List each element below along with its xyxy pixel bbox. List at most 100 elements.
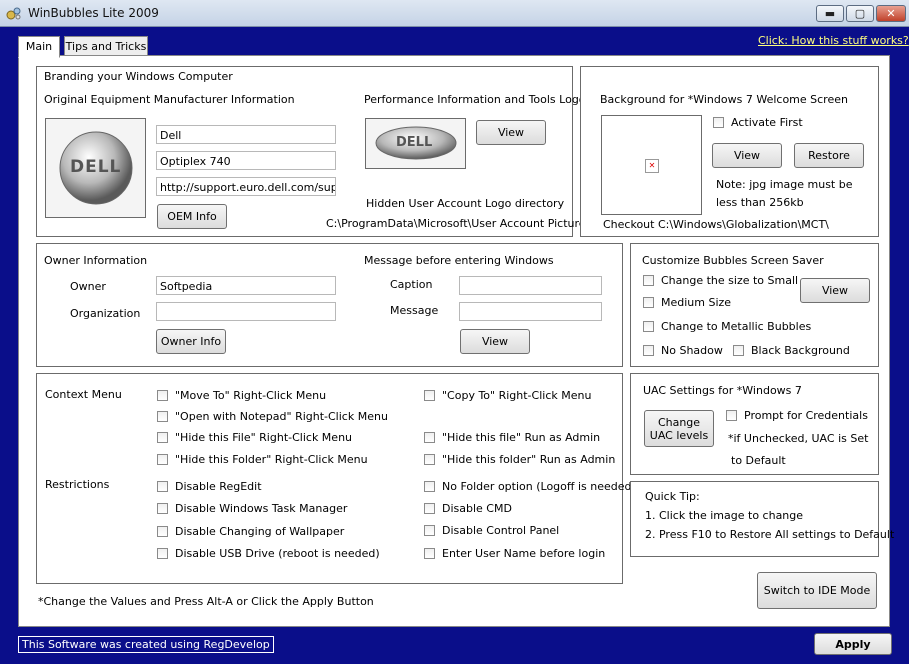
manufacturer-field[interactable]: Dell bbox=[156, 125, 336, 144]
hide-folder-admin-checkbox[interactable] bbox=[424, 454, 435, 465]
jpg-note-line1: Note: jpg image must be bbox=[716, 178, 853, 191]
organization-label: Organization bbox=[70, 307, 141, 320]
disable-wallpaper-checkbox[interactable] bbox=[157, 526, 168, 537]
oem-logo-image[interactable]: DELL bbox=[45, 118, 146, 218]
no-folder-option-label: No Folder option (Logoff is needed) bbox=[442, 480, 636, 493]
branding-title: Branding your Windows Computer bbox=[44, 70, 233, 83]
regdevelop-credit: This Software was created using RegDevel… bbox=[18, 636, 274, 653]
how-this-works-link[interactable]: Click: How this stuff works? bbox=[758, 34, 909, 47]
screensaver-view-button[interactable]: View bbox=[800, 278, 870, 303]
apply-button[interactable]: Apply bbox=[814, 633, 892, 655]
uac-note-line2: to Default bbox=[731, 454, 786, 467]
welcome-screen-title: Background for *Windows 7 Welcome Screen bbox=[600, 93, 848, 106]
owner-label: Owner bbox=[70, 280, 106, 293]
message-label: Message bbox=[390, 304, 439, 317]
oem-logo-text: DELL bbox=[70, 157, 122, 177]
perf-logo-view-button[interactable]: View bbox=[476, 120, 546, 145]
hide-folder-menu-checkbox[interactable] bbox=[157, 454, 168, 465]
apply-instructions: *Change the Values and Press Alt-A or Cl… bbox=[38, 595, 374, 608]
open-with-notepad-label: "Open with Notepad" Right-Click Menu bbox=[175, 410, 388, 423]
perf-logo-label: Performance Information and Tools Logo bbox=[364, 93, 586, 106]
context-menu-label: Context Menu bbox=[45, 388, 122, 401]
quick-tip-title: Quick Tip: bbox=[645, 490, 700, 503]
maximize-button[interactable]: ▢ bbox=[846, 5, 874, 22]
disable-control-panel-checkbox[interactable] bbox=[424, 525, 435, 536]
title-bar: WinBubbles Lite 2009 ▬ ▢ ✕ bbox=[0, 0, 909, 27]
hide-file-admin-checkbox[interactable] bbox=[424, 432, 435, 443]
disable-regedit-checkbox[interactable] bbox=[157, 481, 168, 492]
enter-username-checkbox[interactable] bbox=[424, 548, 435, 559]
disable-wallpaper-label: Disable Changing of Wallpaper bbox=[175, 525, 345, 538]
perf-logo-image[interactable]: DELL bbox=[365, 118, 466, 169]
welcome-restore-button[interactable]: Restore bbox=[794, 143, 864, 168]
model-field[interactable]: Optiplex 740 bbox=[156, 151, 336, 170]
owner-info-button[interactable]: Owner Info bbox=[156, 329, 226, 354]
minimize-icon: ▬ bbox=[824, 7, 836, 20]
quick-tip-line1: 1. Click the image to change bbox=[645, 509, 804, 522]
disable-regedit-label: Disable RegEdit bbox=[175, 480, 262, 493]
size-small-checkbox[interactable] bbox=[643, 275, 654, 286]
oem-info-button[interactable]: OEM Info bbox=[157, 204, 227, 229]
perf-logo-text: DELL bbox=[396, 135, 433, 150]
hide-file-menu-checkbox[interactable] bbox=[157, 432, 168, 443]
black-background-checkbox[interactable] bbox=[733, 345, 744, 356]
support-url-field[interactable]: http://support.euro.dell.com/support. bbox=[156, 177, 336, 196]
disable-task-manager-label: Disable Windows Task Manager bbox=[175, 502, 348, 515]
copy-to-label: "Copy To" Right-Click Menu bbox=[442, 389, 592, 402]
activate-first-label: Activate First bbox=[731, 116, 803, 129]
no-shadow-checkbox[interactable] bbox=[643, 345, 654, 356]
change-uac-levels-button[interactable]: Change UAC levels bbox=[644, 410, 714, 447]
switch-ide-mode-button[interactable]: Switch to IDE Mode bbox=[757, 572, 877, 609]
owner-info-title: Owner Information bbox=[44, 254, 148, 267]
hidden-logo-label: Hidden User Account Logo directory bbox=[366, 197, 565, 210]
metallic-bubbles-label: Change to Metallic Bubbles bbox=[661, 320, 812, 333]
hide-file-admin-label: "Hide this file" Run as Admin bbox=[442, 431, 601, 444]
disable-task-manager-checkbox[interactable] bbox=[157, 503, 168, 514]
prompt-credentials-checkbox[interactable] bbox=[726, 410, 737, 421]
organization-field[interactable] bbox=[156, 302, 336, 321]
no-shadow-label: No Shadow bbox=[661, 344, 723, 357]
uac-title: UAC Settings for *Windows 7 bbox=[643, 384, 802, 397]
owner-field[interactable]: Softpedia bbox=[156, 276, 336, 295]
hide-folder-menu-label: "Hide this Folder" Right-Click Menu bbox=[175, 453, 368, 466]
tab-main[interactable]: Main bbox=[18, 36, 60, 58]
tab-tips-and-tricks[interactable]: Tips and Tricks bbox=[64, 36, 148, 57]
disable-usb-label: Disable USB Drive (reboot is needed) bbox=[175, 547, 380, 560]
medium-size-checkbox[interactable] bbox=[643, 297, 654, 308]
open-with-notepad-checkbox[interactable] bbox=[157, 411, 168, 422]
maximize-icon: ▢ bbox=[854, 7, 866, 20]
activate-first-checkbox[interactable] bbox=[713, 117, 724, 128]
uac-note-line1: *if Unchecked, UAC is Set bbox=[728, 432, 869, 445]
oem-info-label: Original Equipment Manufacturer Informat… bbox=[44, 93, 295, 106]
hide-folder-admin-label: "Hide this folder" Run as Admin bbox=[442, 453, 616, 466]
quick-tip-line2: 2. Press F10 to Restore All settings to … bbox=[645, 528, 895, 541]
copy-to-checkbox[interactable] bbox=[424, 390, 435, 401]
welcome-background-image[interactable]: ✕ bbox=[601, 115, 702, 215]
hidden-logo-path: C:\ProgramData\Microsoft\User Account Pi… bbox=[326, 217, 592, 230]
message-field[interactable] bbox=[459, 302, 602, 321]
disable-control-panel-label: Disable Control Panel bbox=[442, 524, 560, 537]
move-to-checkbox[interactable] bbox=[157, 390, 168, 401]
tab-main-label: Main bbox=[25, 40, 53, 53]
change-uac-line2: UAC levels bbox=[649, 429, 709, 442]
screensaver-title: Customize Bubbles Screen Saver bbox=[642, 254, 824, 267]
disable-cmd-checkbox[interactable] bbox=[424, 503, 435, 514]
welcome-view-button[interactable]: View bbox=[712, 143, 782, 168]
change-uac-line1: Change bbox=[657, 416, 701, 429]
tab-tips-label: Tips and Tricks bbox=[65, 40, 147, 53]
disable-usb-checkbox[interactable] bbox=[157, 548, 168, 559]
prompt-credentials-label: Prompt for Credentials bbox=[744, 409, 868, 422]
window-title: WinBubbles Lite 2009 bbox=[28, 6, 159, 20]
no-folder-option-checkbox[interactable] bbox=[424, 481, 435, 492]
close-button[interactable]: ✕ bbox=[876, 5, 906, 22]
size-small-label: Change the size to Small bbox=[661, 274, 799, 287]
metallic-bubbles-checkbox[interactable] bbox=[643, 321, 654, 332]
caption-field[interactable] bbox=[459, 276, 602, 295]
minimize-button[interactable]: ▬ bbox=[816, 5, 844, 22]
medium-size-label: Medium Size bbox=[661, 296, 732, 309]
message-view-button[interactable]: View bbox=[460, 329, 530, 354]
enter-username-label: Enter User Name before login bbox=[442, 547, 606, 560]
caption-label: Caption bbox=[390, 278, 433, 291]
move-to-label: "Move To" Right-Click Menu bbox=[175, 389, 327, 402]
app-bubbles-icon bbox=[6, 7, 21, 20]
